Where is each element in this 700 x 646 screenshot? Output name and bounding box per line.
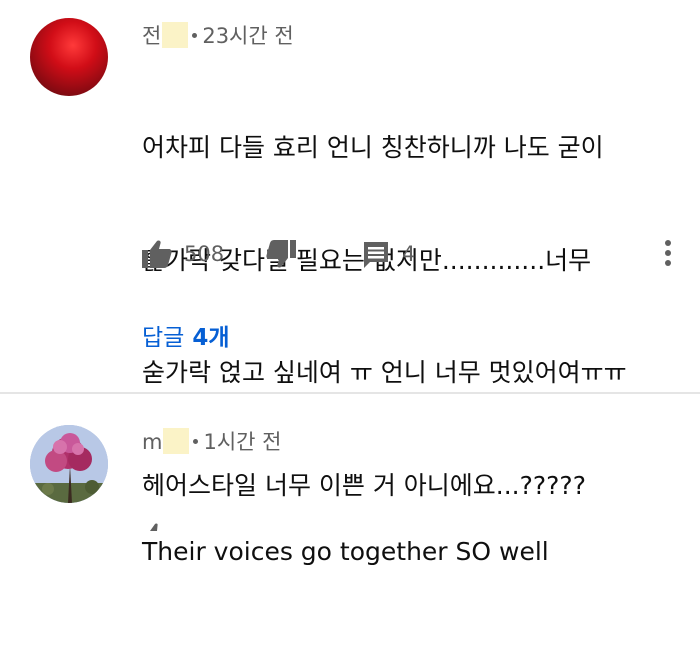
- comment-text: Their voices go together SO well: [142, 458, 549, 646]
- separator-dot: [193, 439, 199, 444]
- comment-meta: m 1시간 전: [142, 428, 281, 454]
- separator-dot: [192, 33, 198, 38]
- like-button[interactable]: 508: [142, 236, 224, 272]
- reply-button[interactable]: 4: [362, 236, 415, 272]
- tree-photo: [30, 425, 108, 503]
- name-redaction: [163, 428, 190, 454]
- reply-count: 4: [402, 242, 416, 266]
- comment-text-line: Their voices go together SO well: [142, 537, 549, 566]
- like-count: 508: [184, 242, 225, 266]
- comment-timestamp[interactable]: 23시간 전: [202, 24, 293, 48]
- thumbs-up-icon[interactable]: [142, 516, 166, 531]
- comment-icon: [362, 240, 390, 268]
- more-vert-icon: [658, 240, 678, 276]
- comment-thread-2: m 1시간 전 Their voices go together SO well: [0, 394, 700, 566]
- view-replies-link[interactable]: 답글 4개: [142, 322, 230, 354]
- author-name[interactable]: m: [142, 430, 162, 454]
- comment-timestamp[interactable]: 1시간 전: [203, 430, 281, 454]
- replies-label: 답글: [142, 325, 185, 351]
- name-redaction: [162, 22, 189, 48]
- comment-text-line: 어차피 다들 효리 언니 칭찬하니까 나도 굳이: [142, 133, 604, 162]
- thumbs-up-icon: [142, 240, 172, 268]
- comment-actions: 508 4: [142, 236, 682, 272]
- comment-text-line: 숟가락 얹고 싶네여 ㅠ 언니 너무 멋있어여ㅠㅠ: [142, 358, 627, 387]
- avatar[interactable]: [30, 425, 108, 503]
- dislike-button[interactable]: [266, 236, 296, 272]
- comment-meta: 전 23시간 전: [142, 22, 294, 48]
- author-name[interactable]: 전: [142, 24, 161, 48]
- more-options-button[interactable]: [658, 236, 678, 272]
- thumbs-down-icon: [266, 240, 296, 268]
- avatar[interactable]: [30, 18, 108, 96]
- comment-thread-1: 전 23시간 전 어차피 다들 효리 언니 칭찬하니까 나도 굳이 훑가락 갖다댈…: [0, 0, 700, 500]
- replies-count: 4개: [192, 325, 230, 351]
